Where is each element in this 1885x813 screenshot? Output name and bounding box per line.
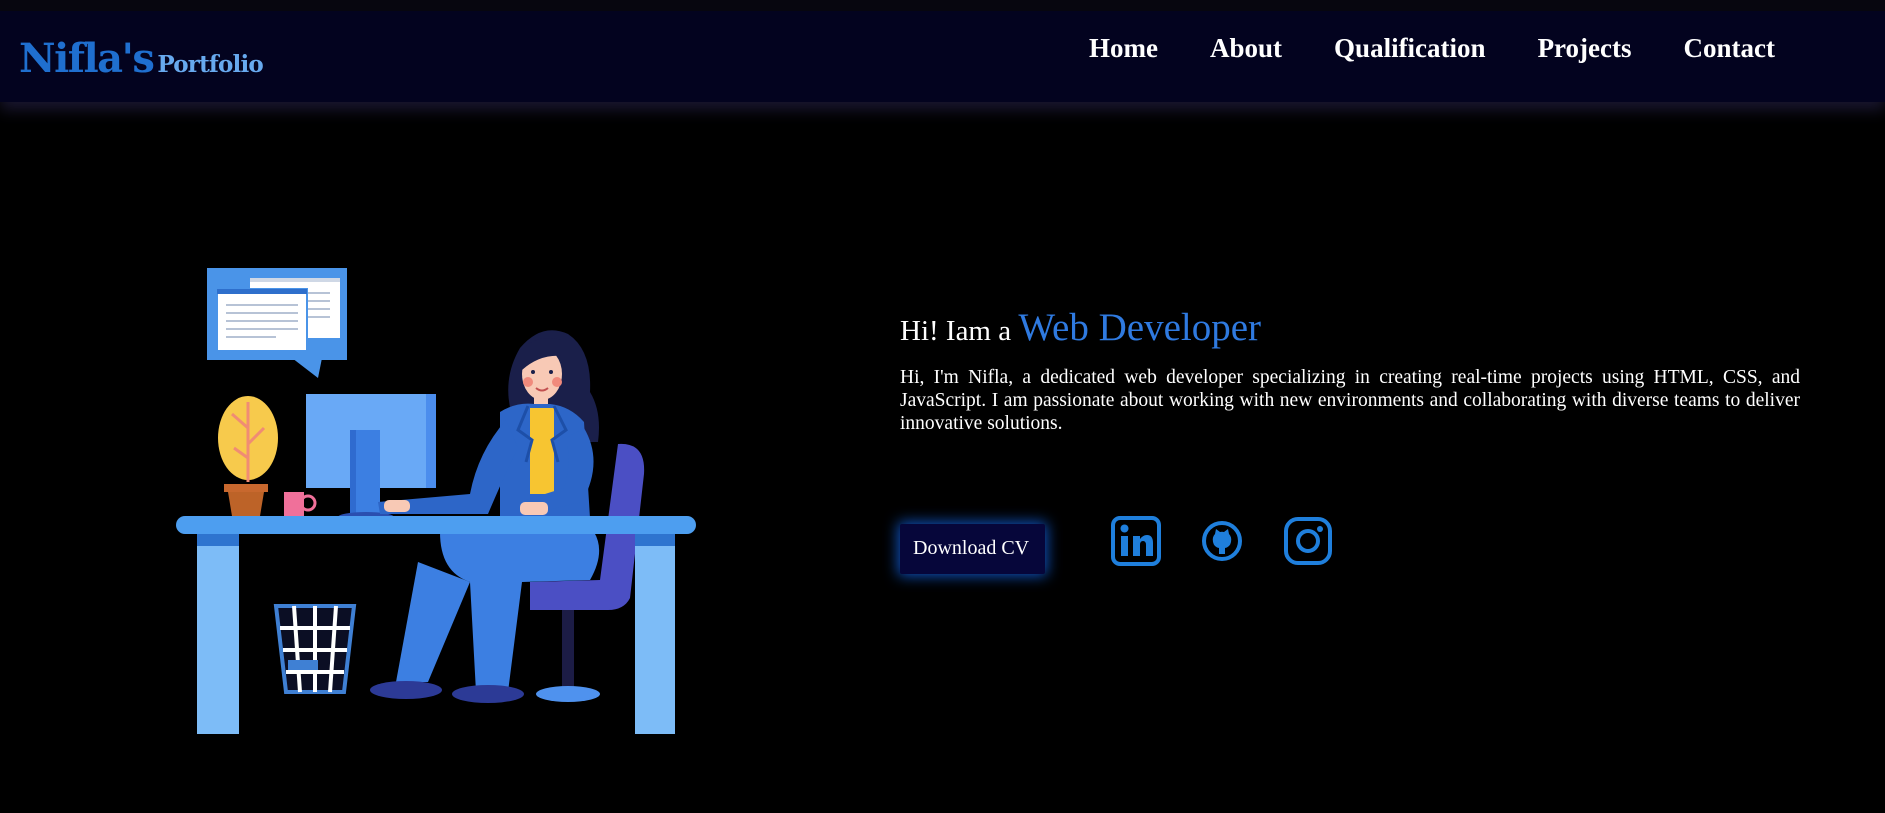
logo-name: Nifla's [19,35,155,82]
nav-link-contact[interactable]: Contact [1684,33,1775,64]
nav-menu: Home About Qualification Projects Contac… [1089,33,1775,64]
hero-bio: Hi, I'm Nifla, a dedicated web developer… [900,366,1800,434]
mug-illustration [284,492,317,516]
hero-role: Web Developer [1018,306,1262,349]
speech-bubble-illustration [207,268,347,378]
nav-link-home[interactable]: Home [1089,33,1158,64]
hero-headline: Hi! Iam a Web Developer [900,305,1800,352]
instagram-icon [1284,517,1333,565]
hero-actions: Download CV [900,508,1333,574]
logo-suffix: Portfolio [157,51,263,78]
download-cv-button[interactable]: Download CV [900,524,1046,574]
social-links [1111,516,1333,566]
linkedin-icon [1111,516,1162,566]
github-icon [1202,521,1243,561]
instagram-link[interactable] [1283,516,1333,566]
site-logo[interactable]: Nifla's Portfolio [19,35,264,82]
hero-greeting: Hi! Iam a [900,315,1012,347]
hero-intro: Hi! Iam a Web Developer Hi, I'm Nifla, a… [900,305,1800,435]
plant-illustration [218,396,278,516]
linkedin-link[interactable] [1111,516,1162,566]
nav-link-qualification[interactable]: Qualification [1334,33,1486,64]
github-link[interactable] [1197,516,1247,566]
nav-link-about[interactable]: About [1210,33,1282,64]
waste-basket-illustration [273,604,357,694]
nav-link-projects[interactable]: Projects [1538,33,1632,64]
developer-illustration [170,262,710,742]
navbar: Nifla's Portfolio Home About Qualificatio… [0,0,1885,102]
